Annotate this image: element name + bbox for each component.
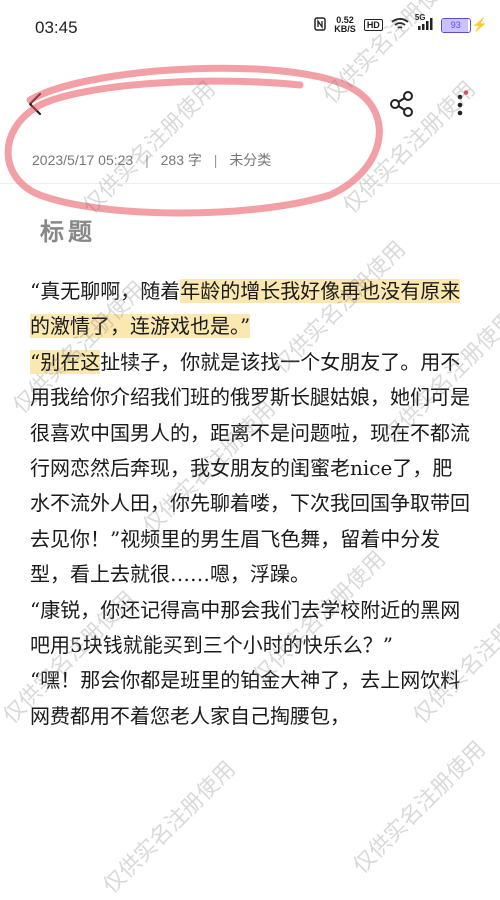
note-meta: 2023/5/17 05:23 | 283 字 | 未分类: [32, 150, 279, 170]
battery-icon: 93: [440, 17, 471, 33]
nfc-icon: [314, 16, 327, 34]
body-paragraph: “别在这扯犊子，你就是该找一个女朋友了。用不用我给你介绍我们班的俄罗斯长腿姑娘，…: [30, 345, 470, 593]
highlighted-text: 连游戏也是。”: [130, 314, 251, 339]
status-icons: 0.52 KB/S HD 5G 93 ⚡: [314, 13, 488, 34]
body-paragraph: “真无聊啊，随着年龄的增长我好像再也没有原来的激情了，连游戏也是。”: [30, 274, 470, 345]
more-vertical-icon: [457, 90, 469, 116]
wifi-icon: [391, 17, 409, 34]
hd-badge: HD: [363, 19, 383, 31]
battery-level: 93: [450, 19, 461, 30]
share-button[interactable]: [388, 90, 416, 122]
status-bar: 03:45 0.52 KB/S HD 5G 93 ⚡: [0, 0, 500, 58]
back-arrow-icon: [28, 92, 42, 116]
note-word-count: 283 字: [160, 152, 202, 168]
charging-icon: ⚡: [471, 17, 488, 32]
network-speed-unit: KB/S: [334, 24, 356, 34]
body-text-segment: 扯犊子，你就是该找一个女朋友了。用不用我给你介绍我们班的俄罗斯长腿姑娘，她们可是…: [30, 349, 470, 587]
watermark-text: 仅供实名注册使用: [98, 756, 241, 899]
note-title[interactable]: 标题: [40, 212, 96, 247]
watermark-text: 仅供实名注册使用: [348, 736, 491, 879]
meta-separator: |: [213, 152, 218, 168]
note-category[interactable]: 未分类: [229, 152, 271, 168]
network-speed: 0.52 KB/S: [334, 16, 356, 34]
body-text-segment: “真无聊啊，随着: [30, 279, 181, 303]
status-time: 03:45: [35, 18, 78, 37]
body-paragraph: “康锐，你还记得高中那会我们去学校附近的黑网吧用5块钱就能买到三个小时的快乐么？…: [30, 593, 470, 664]
cellular-signal-icon: 5G: [415, 13, 433, 34]
battery-indicator: 93 ⚡: [440, 17, 488, 33]
highlighted-text: “别在这: [30, 349, 101, 374]
share-icon: [390, 91, 413, 117]
note-datetime: 2023/5/17 05:23: [32, 152, 134, 168]
meta-separator: |: [145, 152, 149, 168]
back-button[interactable]: [22, 89, 52, 119]
more-options-button[interactable]: [450, 90, 472, 124]
body-text-segment: “嘿！那会你都是班里的铂金大神了，去上网饮料网费都用不着您老人家自己掏腰包，: [30, 668, 461, 728]
toolbar: [0, 85, 500, 127]
header-divider: [0, 183, 500, 184]
body-text-segment: “康锐，你还记得高中那会我们去学校附近的黑网吧用5块钱就能买到三个小时的快乐么？…: [30, 597, 461, 658]
signal-type: 5G: [414, 12, 426, 22]
note-body[interactable]: “真无聊啊，随着年龄的增长我好像再也没有原来的激情了，连游戏也是。” “别在这扯犊…: [30, 274, 470, 734]
body-paragraph: “嘿！那会你都是班里的铂金大神了，去上网饮料网费都用不着您老人家自己掏腰包，: [30, 663, 470, 734]
notification-dot: [463, 90, 469, 95]
